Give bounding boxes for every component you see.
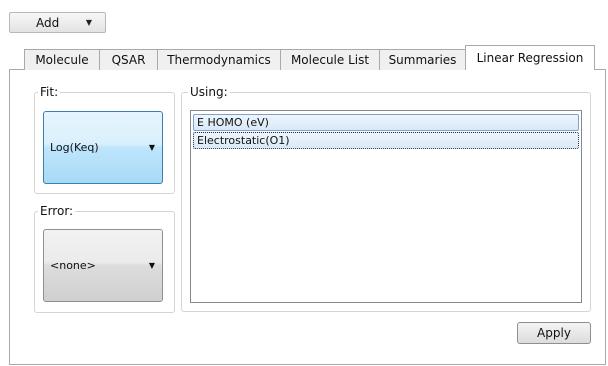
tab-molecule[interactable]: Molecule [24,49,100,70]
chevron-down-icon: ▼ [148,261,155,270]
chevron-down-icon: ▼ [148,143,155,152]
apply-button-label: Apply [537,326,571,340]
using-listbox[interactable]: E HOMO (eV) Electrostatic(O1) [190,110,582,303]
tab-molecule-list[interactable]: Molecule List [280,49,380,70]
list-item-label: E HOMO (eV) [197,116,269,129]
error-group-title: Error: [38,204,76,218]
fit-group-title: Fit: [38,85,61,99]
using-group-title: Using: [188,85,230,99]
error-dropdown[interactable]: <none> ▼ [43,229,163,302]
fit-dropdown-value: Log(Keq) [50,141,99,154]
tab-thermodynamics[interactable]: Thermodynamics [157,49,281,70]
tab-label: Molecule List [290,53,370,67]
add-dropdown-button[interactable]: Add ▼ [9,12,106,33]
fit-dropdown[interactable]: Log(Keq) ▼ [43,111,163,184]
tab-label: Linear Regression [476,51,584,65]
chevron-down-icon: ▼ [85,18,92,27]
tab-linear-regression[interactable]: Linear Regression [465,45,595,70]
list-item[interactable]: E HOMO (eV) [193,114,579,131]
tab-label: Thermodynamics [167,53,271,67]
tab-qsar[interactable]: QSAR [99,49,158,70]
tab-summaries[interactable]: Summaries [379,49,466,70]
tab-label: QSAR [111,53,146,67]
list-item-label: Electrostatic(O1) [197,134,290,147]
apply-button[interactable]: Apply [517,322,591,344]
tab-label: Molecule [35,53,89,67]
tab-label: Summaries [388,53,457,67]
list-item[interactable]: Electrostatic(O1) [193,132,579,149]
error-dropdown-value: <none> [50,259,96,272]
add-button-label: Add [36,15,60,30]
